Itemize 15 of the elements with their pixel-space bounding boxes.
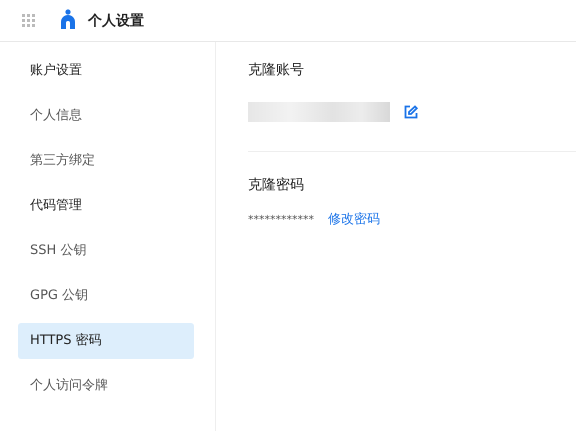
sidebar-item[interactable]: GPG 公钥 — [18, 278, 194, 314]
logo-icon — [60, 8, 76, 28]
section-title: 克隆账号 — [248, 61, 305, 80]
sidebar-item[interactable]: 账户设置 — [18, 53, 194, 89]
sidebar-item[interactable]: 第三方绑定 — [18, 143, 194, 179]
sidebar-item[interactable]: SSH 公钥 — [18, 233, 194, 269]
sidebar-item[interactable]: 个人访问令牌 — [18, 368, 194, 404]
password-value: ************ — [248, 212, 314, 226]
sidebar-item[interactable]: HTTPS 密码 — [18, 323, 194, 359]
edit-icon[interactable] — [404, 105, 418, 119]
change-password-link[interactable]: 修改密码 — [328, 210, 380, 228]
page-title: 个人设置 — [88, 12, 144, 30]
sidebar-item[interactable]: 代码管理 — [18, 188, 194, 224]
section-title: 克隆密码 — [248, 176, 305, 195]
sidebar-item[interactable]: 个人信息 — [18, 98, 194, 134]
